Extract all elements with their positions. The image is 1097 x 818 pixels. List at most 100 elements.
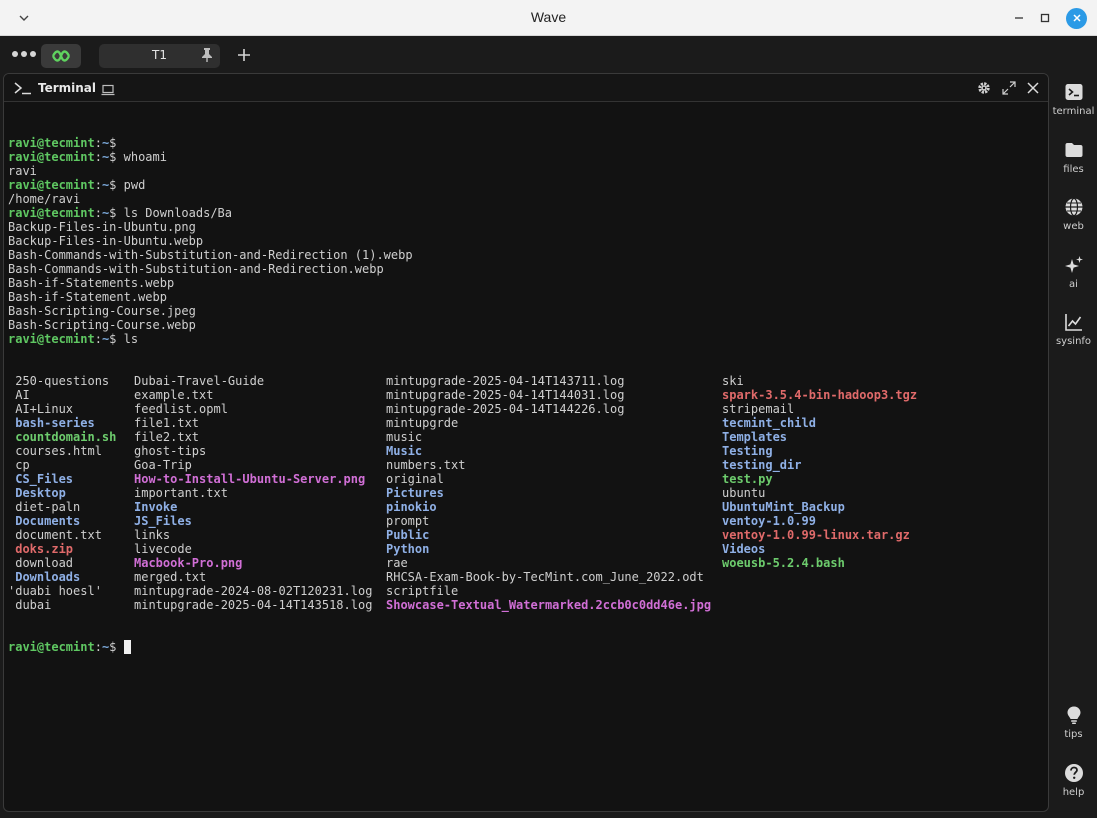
ls-entry: tecmint_child bbox=[722, 416, 816, 430]
ls-entry: doks.zip bbox=[8, 542, 74, 556]
workspace-switcher-button[interactable] bbox=[41, 44, 81, 68]
ls-entry: livecode bbox=[134, 542, 192, 556]
terminal-output-line: Bash-Commands-with-Substitution-and-Redi… bbox=[8, 248, 413, 262]
ls-entry: music bbox=[386, 430, 423, 444]
close-block-icon[interactable] bbox=[1025, 80, 1041, 96]
ls-entry: 'duabi hoesl' bbox=[8, 584, 102, 598]
prompt-user: ravi@tecmint bbox=[8, 178, 95, 192]
command-text: ls Downloads/Ba bbox=[123, 206, 232, 220]
prompt-path: ~ bbox=[101, 640, 110, 654]
widget-label: terminal bbox=[1052, 106, 1095, 117]
ls-entry: ventoy-1.0.99-linux.tar.gz bbox=[722, 528, 910, 542]
prompt-user: ravi@tecmint bbox=[8, 640, 95, 654]
tab-t1[interactable]: T1 bbox=[99, 44, 220, 68]
widget-help[interactable]: help bbox=[1050, 763, 1097, 798]
ls-entry: courses.html bbox=[8, 444, 102, 458]
terminal-output-line: Backup-Files-in-Ubuntu.png bbox=[8, 220, 196, 234]
magnify-block-icon[interactable] bbox=[1001, 80, 1017, 96]
ls-entry: cp bbox=[8, 458, 30, 472]
terminal-output-line: Bash-Commands-with-Substitution-and-Redi… bbox=[8, 262, 384, 276]
terminal-output-line: ravi bbox=[8, 164, 37, 178]
ls-entry: mintupgrade-2025-04-14T144226.log bbox=[386, 402, 625, 416]
terminal-block: Terminal ravi@tecmint:~$ ravi@tecmint:~$… bbox=[3, 73, 1049, 812]
minimize-button[interactable] bbox=[1009, 8, 1029, 28]
ls-column: mintupgrade-2025-04-14T143711.log mintupg… bbox=[386, 374, 711, 612]
prompt-user: ravi@tecmint bbox=[8, 332, 95, 346]
ls-entry: mintupgrade-2025-04-14T144031.log bbox=[386, 388, 625, 402]
widget-files[interactable]: files bbox=[1050, 140, 1097, 175]
ls-entry: pinokio bbox=[386, 500, 437, 514]
lightbulb-icon bbox=[1067, 706, 1080, 724]
maximize-icon bbox=[1040, 13, 1050, 23]
ls-entry: mintupgrade-2025-04-14T143518.log bbox=[134, 598, 373, 612]
block-title: Terminal bbox=[38, 81, 97, 95]
widget-ai[interactable]: ai bbox=[1050, 255, 1097, 290]
more-dots-icon bbox=[12, 51, 36, 57]
ls-entry: Documents bbox=[8, 514, 81, 528]
terminal-output[interactable]: ravi@tecmint:~$ ravi@tecmint:~$ whoami ra… bbox=[8, 108, 1048, 811]
terminal-prompt-line: ravi@tecmint:~$ pwd bbox=[8, 178, 146, 192]
ls-entry: Goa-Trip bbox=[134, 458, 192, 472]
minimize-icon bbox=[1015, 17, 1023, 19]
ls-entry: UbuntuMint_Backup bbox=[722, 500, 845, 514]
ls-entry: How-to-Install-Ubuntu-Server.png bbox=[134, 472, 366, 486]
sparkle-icon bbox=[1064, 256, 1083, 273]
terminal-output-line: Bash-if-Statements.webp bbox=[8, 276, 175, 290]
ls-entry: numbers.txt bbox=[386, 458, 466, 472]
widget-label: ai bbox=[1069, 279, 1078, 290]
widget-label: sysinfo bbox=[1055, 336, 1092, 347]
terminal-output-line: Bash-Scripting-Course.jpeg bbox=[8, 304, 196, 318]
terminal-icon bbox=[1065, 84, 1082, 100]
ls-entry: AI+Linux bbox=[8, 402, 74, 416]
ls-entry: Showcase-Textual_Watermarked.2ccb0c0dd46… bbox=[386, 598, 712, 612]
prompt-path: ~ bbox=[101, 150, 110, 164]
help-icon bbox=[1064, 764, 1083, 782]
widget-web[interactable]: web bbox=[1050, 197, 1097, 232]
ls-entry: ubuntu bbox=[722, 486, 766, 500]
tab-bar: T1 bbox=[0, 36, 1097, 72]
terminal-output-line: Bash-if-Statement.webp bbox=[8, 290, 167, 304]
ls-column: Dubai-Travel-Guide example.txt feedlist.op… bbox=[134, 374, 372, 612]
ls-entry: links bbox=[134, 528, 171, 542]
widgets-sidebar: terminal files web ai sysinfo tips help bbox=[1050, 73, 1097, 818]
prompt-path: ~ bbox=[101, 332, 110, 346]
ls-entry: bash-series bbox=[8, 416, 95, 430]
ls-entry: Invoke bbox=[134, 500, 178, 514]
ls-entry: merged.txt bbox=[134, 570, 207, 584]
pin-icon[interactable] bbox=[200, 47, 214, 67]
ls-entry: mintupgrade-2024-08-02T120231.log bbox=[134, 584, 373, 598]
folder-icon bbox=[1065, 143, 1082, 157]
terminal-prompt-line: ravi@tecmint:~$ whoami bbox=[8, 150, 167, 164]
add-tab-button[interactable] bbox=[234, 44, 254, 66]
command-text: ls bbox=[123, 332, 139, 346]
settings-gear-icon[interactable] bbox=[976, 80, 992, 96]
ls-entry: Desktop bbox=[8, 486, 66, 500]
ls-entry: download bbox=[8, 556, 74, 570]
ls-entry: RHCSA-Exam-Book-by-TecMint.com_June_2022… bbox=[386, 570, 704, 584]
ls-entry: Templates bbox=[722, 430, 788, 444]
terminal-cursor bbox=[123, 640, 131, 654]
app-menu-button[interactable] bbox=[12, 46, 36, 62]
ls-entry: ski bbox=[722, 374, 744, 388]
widget-sysinfo[interactable]: sysinfo bbox=[1050, 312, 1097, 347]
plus-icon bbox=[238, 49, 250, 61]
connection-monitor-icon[interactable] bbox=[101, 81, 115, 100]
ls-entry: AI bbox=[8, 388, 30, 402]
ls-entry: example.txt bbox=[134, 388, 214, 402]
close-window-button[interactable] bbox=[1066, 8, 1087, 29]
widget-terminal[interactable]: terminal bbox=[1050, 82, 1097, 117]
ls-entry: Pictures bbox=[386, 486, 444, 500]
terminal-output-line: Bash-Scripting-Course.webp bbox=[8, 318, 196, 332]
command-text: whoami bbox=[123, 150, 167, 164]
ls-entry: prompt bbox=[386, 514, 430, 528]
maximize-button[interactable] bbox=[1035, 8, 1055, 28]
ls-entry: ghost-tips bbox=[134, 444, 207, 458]
ls-entry: Videos bbox=[722, 542, 766, 556]
ls-entry: original bbox=[386, 472, 444, 486]
ls-entry: Python bbox=[386, 542, 430, 556]
widget-tips[interactable]: tips bbox=[1050, 705, 1097, 740]
command-text: pwd bbox=[123, 178, 146, 192]
ls-entry: ventoy-1.0.99 bbox=[722, 514, 816, 528]
widget-label: files bbox=[1063, 164, 1084, 175]
close-icon bbox=[1072, 14, 1081, 22]
